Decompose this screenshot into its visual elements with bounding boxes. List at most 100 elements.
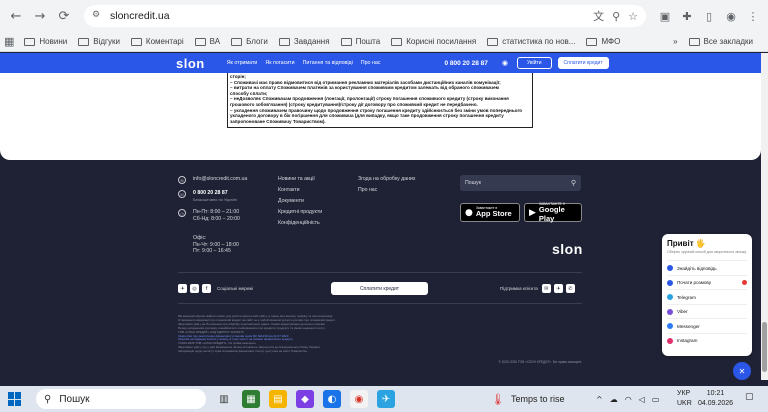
nav-how-to-get[interactable]: Як отримати	[227, 60, 258, 66]
all-bookmarks-folder[interactable]: Все закладки	[688, 37, 753, 46]
chat-option-telegram[interactable]: Telegram	[667, 289, 747, 304]
bookmark-folder[interactable]: Новини	[24, 37, 67, 46]
site-footer: ✉ info@sloncredit.com.ua ☏ 0 800 20 28 87 Б…	[0, 160, 761, 380]
chat-option-viber[interactable]: Viber	[667, 303, 747, 319]
search-icon[interactable]: ⚲	[571, 179, 576, 187]
battery-icon[interactable]: ▭	[652, 395, 660, 404]
nav-about[interactable]: Про нас	[361, 60, 381, 66]
more-bookmarks-button[interactable]: »	[673, 37, 677, 46]
sidebar-icon[interactable]: ▯	[700, 7, 718, 25]
url-text[interactable]: sloncredit.ua	[110, 10, 585, 22]
viber-icon	[667, 308, 673, 315]
email-support-icon[interactable]: ✉	[541, 284, 551, 293]
footer-link-products[interactable]: Кредитні продукти	[278, 209, 322, 215]
instagram-icon[interactable]: ◎	[190, 284, 199, 293]
extensions-puzzle-icon[interactable]: ✚	[678, 7, 696, 25]
lang-short: УКР	[677, 390, 691, 397]
search-icon: ⚲	[44, 393, 52, 405]
bookmark-folder[interactable]: статистика по нов...	[487, 37, 575, 46]
nav-faq[interactable]: Питання та відповіді	[303, 60, 353, 66]
nav-how-to-pay[interactable]: Як погасити	[265, 60, 294, 66]
footer-email[interactable]: info@sloncredit.com.ua	[193, 176, 247, 183]
folder-icon	[487, 37, 499, 46]
site-logo[interactable]: slon	[176, 56, 205, 71]
zoom-icon[interactable]: ⚲	[612, 10, 620, 23]
chat-option-messenger[interactable]: Messenger	[667, 318, 747, 333]
profile-avatar-icon[interactable]: ◉	[722, 7, 740, 25]
chat-option-instagram[interactable]: Instagram	[667, 332, 747, 348]
back-button[interactable]: ←	[6, 6, 26, 26]
store-app-icon[interactable]: ◆	[296, 390, 314, 408]
weather-widget[interactable]: 🌡 Temps to rise	[491, 393, 565, 406]
notifications-icon[interactable]: ▢	[745, 392, 754, 402]
cloud-icon[interactable]: ☁	[610, 395, 618, 404]
forward-button[interactable]: →	[30, 6, 50, 26]
facebook-icon[interactable]: f	[202, 284, 211, 293]
content-area: сторін; – Споживачі має право відмовитис…	[0, 73, 761, 160]
google-play-badge[interactable]: ▶ ЗАВАНТАЖТЕ З Google Play	[524, 202, 582, 222]
footer-phone-note: Безкоштовно по Україні	[193, 196, 237, 202]
footer-pay-button[interactable]: Сплатити кредит	[331, 282, 428, 295]
chat-option-faq[interactable]: Знайдіть відповідь	[667, 260, 747, 275]
volume-icon[interactable]: ◁	[639, 395, 645, 404]
viber-support-icon[interactable]: ✆	[565, 284, 575, 293]
bookmark-folder[interactable]: Відгуки	[78, 37, 120, 46]
bookmark-star-icon[interactable]: ☆	[628, 10, 638, 23]
footer-link-documents[interactable]: Документи	[278, 198, 322, 204]
edge-app-icon[interactable]: ◐	[323, 390, 341, 408]
extension-icon[interactable]: ▣	[656, 7, 674, 25]
taskbar-search[interactable]: ⚲ Пошук	[36, 389, 206, 409]
calendar-app-icon[interactable]: ▦	[242, 390, 260, 408]
apps-grid-icon[interactable]: ▦	[4, 35, 14, 48]
footer-logo[interactable]: slon	[552, 241, 583, 257]
bookmarks-bar: ▦ Новини Відгуки Коментарі ВА Блоги Завд…	[0, 32, 768, 52]
address-bar[interactable]: ⚙ sloncredit.ua 文 ⚲ ☆	[84, 5, 646, 27]
folder-icon	[340, 37, 352, 46]
menu-icon[interactable]: ⋮	[744, 7, 762, 25]
footer-link-privacy[interactable]: Конфіденційність	[278, 220, 322, 226]
app-store-badge[interactable]: ● Завантажте в App Store	[460, 203, 520, 222]
telegram-icon[interactable]: ✈	[178, 284, 187, 293]
scrollbar-thumb[interactable]	[762, 322, 767, 372]
show-hidden-icon[interactable]: ^	[596, 395, 603, 404]
bookmark-folder[interactable]: Коментарі	[130, 37, 184, 46]
header-phone[interactable]: 0 800 20 28 87	[444, 60, 487, 67]
bookmark-folder[interactable]: Корисні посилання	[391, 37, 476, 46]
bookmark-folder[interactable]: Завдання	[278, 37, 330, 46]
login-button[interactable]: Увійти	[516, 57, 552, 69]
instagram-icon	[667, 337, 673, 344]
footer-contacts: ✉ info@sloncredit.com.ua ☏ 0 800 20 28 87 Б…	[178, 176, 247, 228]
taskbar-clock[interactable]: 10:21 04.09.2026	[698, 389, 733, 409]
chat-icon	[667, 279, 673, 286]
windows-start-icon[interactable]	[8, 392, 22, 406]
footer-link-consent[interactable]: Згода на обробку даних	[358, 176, 415, 182]
reload-button[interactable]: ⟳	[54, 6, 74, 26]
network-icon[interactable]: ◠	[625, 395, 632, 404]
chat-close-button[interactable]: ✕	[733, 362, 751, 380]
translate-icon[interactable]: 文	[593, 8, 604, 24]
accessibility-eye-icon[interactable]: ◉	[502, 59, 508, 67]
bookmark-folder[interactable]: МФО	[586, 37, 620, 46]
files-app-icon[interactable]: ▤	[269, 390, 287, 408]
footer-link-news[interactable]: Новини та акції	[278, 176, 322, 182]
messenger-icon	[667, 323, 673, 330]
bookmark-folder[interactable]: Блоги	[231, 37, 268, 46]
terms-line: укладеного договору в бік погіршення для…	[230, 113, 504, 119]
footer-link-about[interactable]: Про нас	[358, 187, 415, 193]
bookmark-folder[interactable]: ВА	[194, 37, 220, 46]
footer-search-input[interactable]	[465, 180, 571, 186]
chat-option-start[interactable]: Почати розмову	[667, 274, 747, 290]
pay-credit-button[interactable]: Сплатити кредит	[557, 57, 609, 69]
site-info-icon[interactable]: ⚙	[92, 10, 104, 22]
footer-divider	[178, 303, 582, 304]
legal-text: Ми використовуємо файли cookie для робот…	[178, 314, 398, 354]
bookmark-folder[interactable]: Пошта	[340, 37, 380, 46]
telegram-app-icon[interactable]: ✈	[377, 390, 395, 408]
telegram-support-icon[interactable]: ✈	[553, 284, 563, 293]
task-view-icon[interactable]: ▥	[215, 390, 233, 408]
language-indicator[interactable]: УКР UKR	[677, 389, 692, 409]
phone-icon: ☏	[178, 190, 186, 198]
chrome-app-icon[interactable]: ◉	[350, 390, 368, 408]
footer-link-contacts[interactable]: Контакти	[278, 187, 322, 193]
office-hours: Пт: 9:00 – 16:45	[193, 248, 231, 254]
